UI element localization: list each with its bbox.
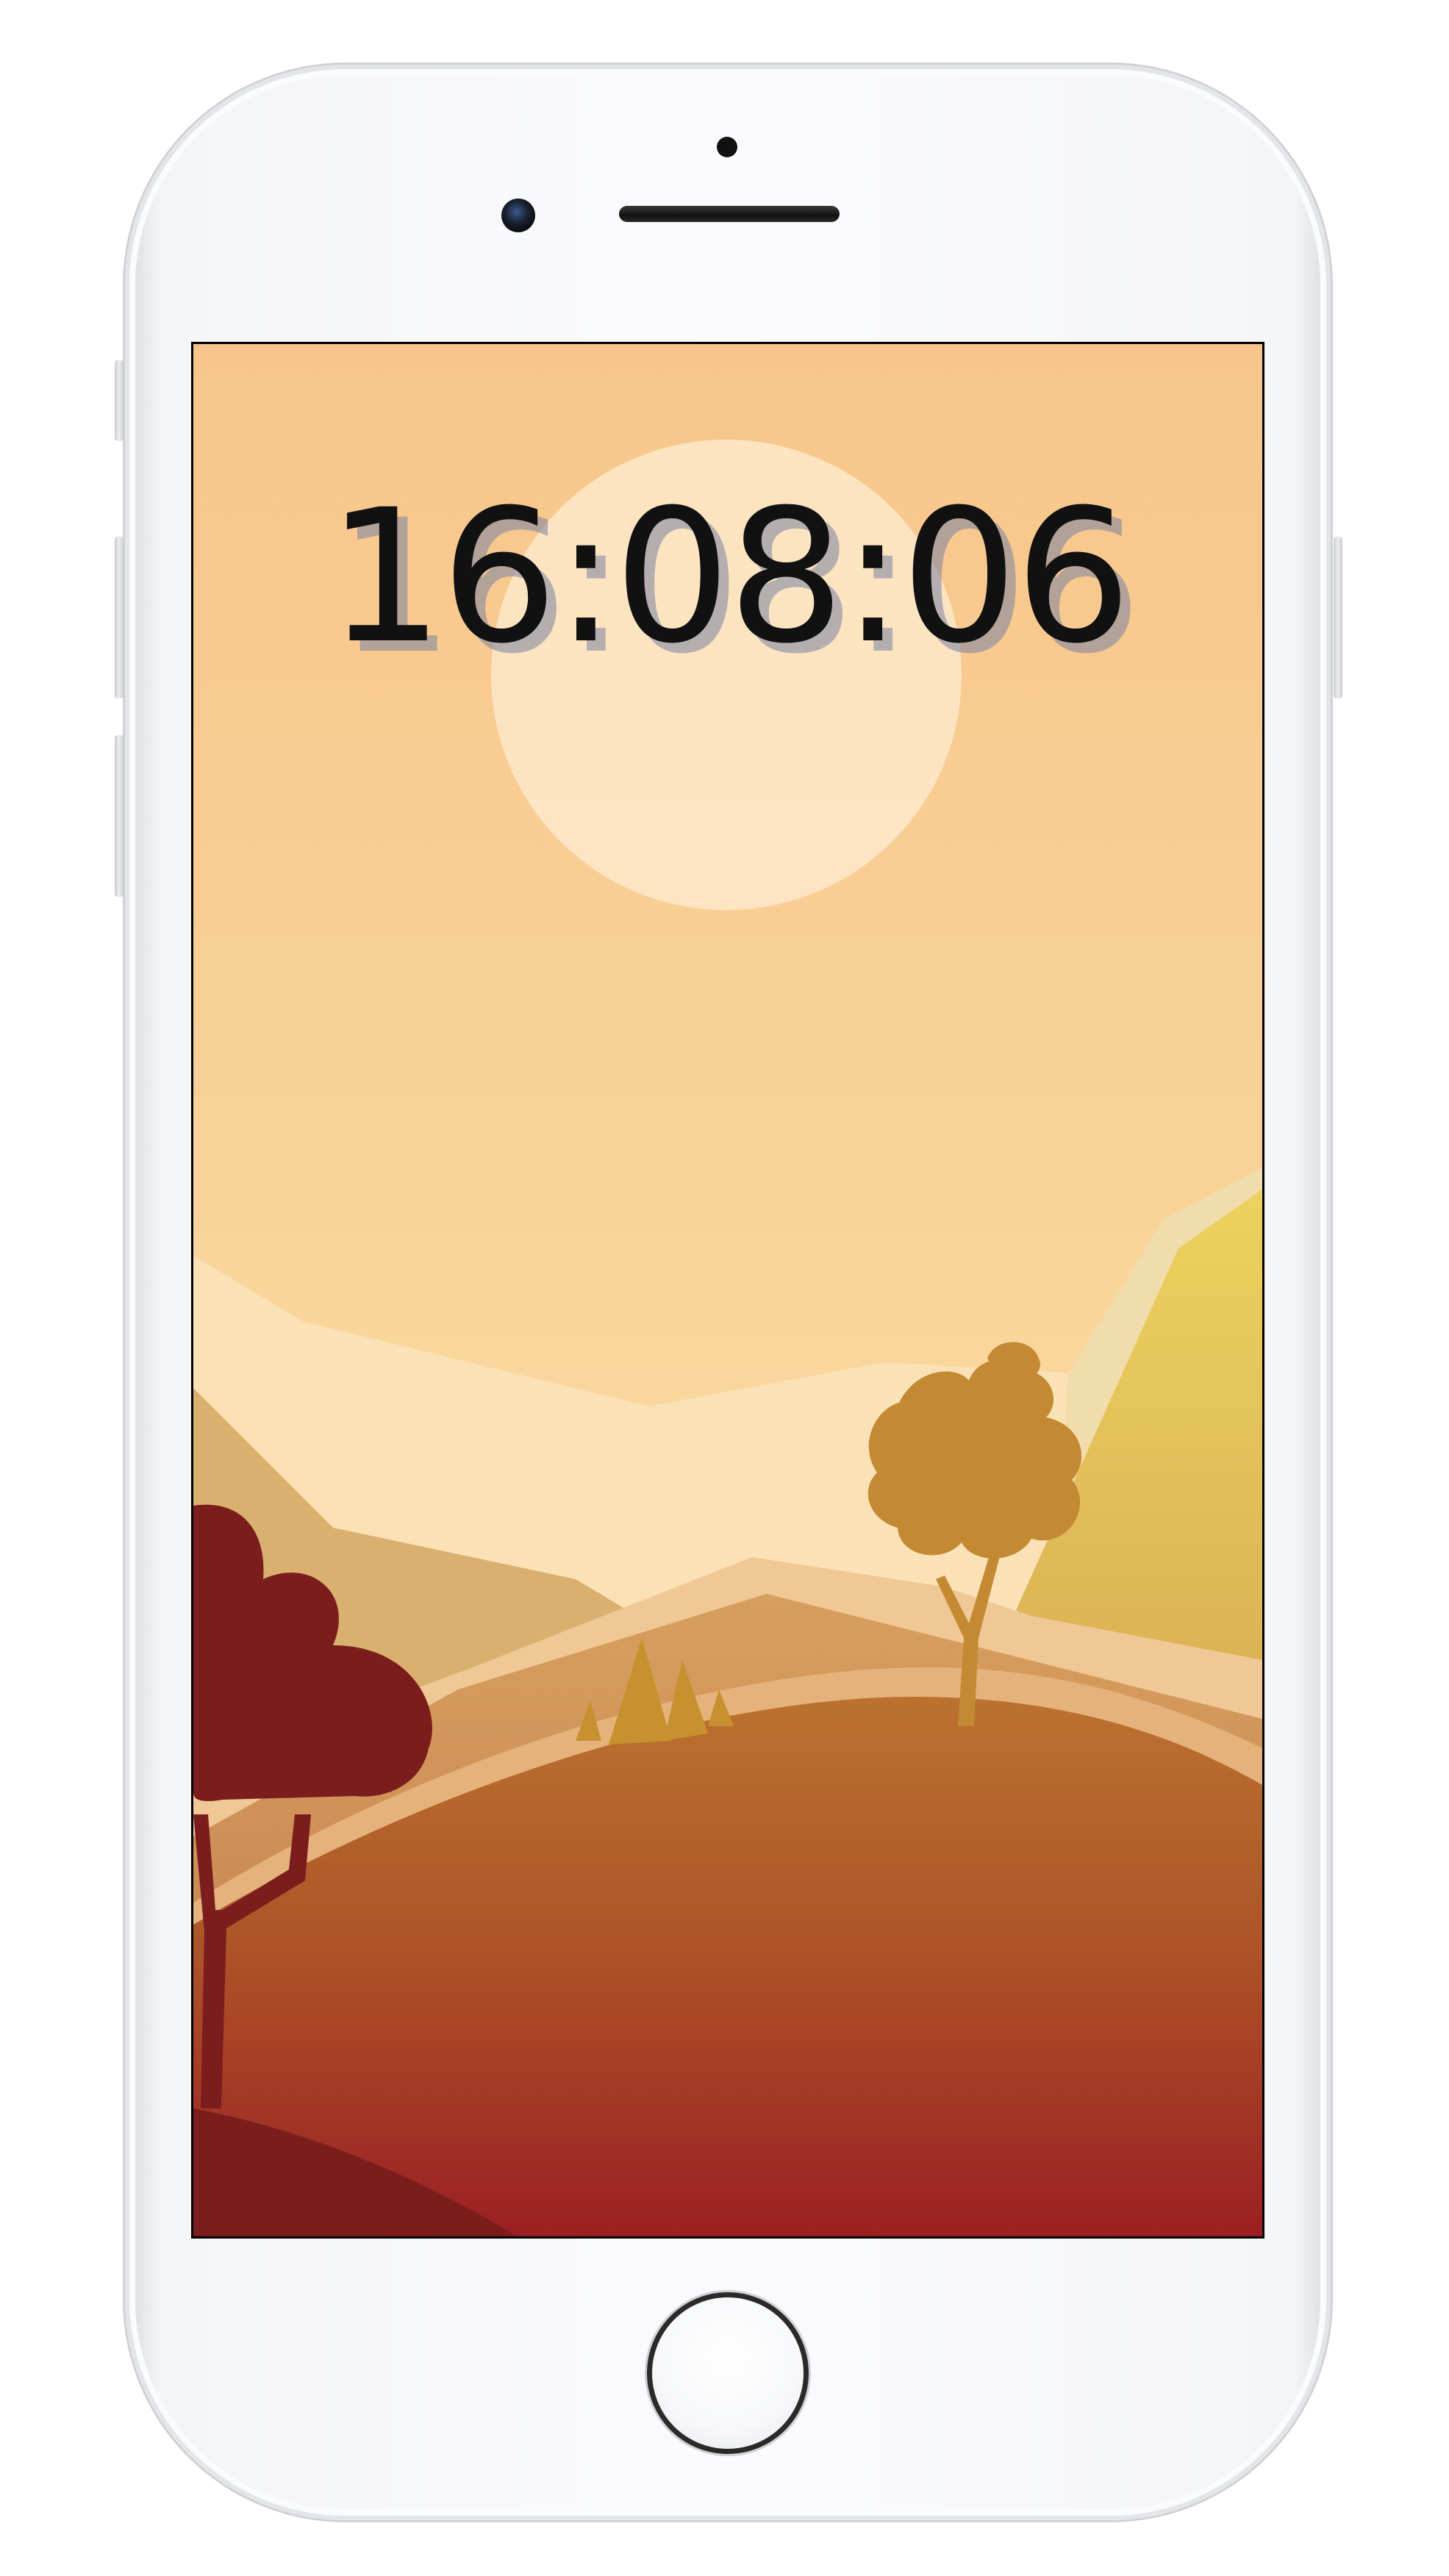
earpiece-speaker xyxy=(619,206,840,222)
lock-screen-clock: 16:08:06 xyxy=(326,470,1132,684)
stage: 16:08:06 xyxy=(0,0,1449,2576)
proximity-sensor xyxy=(717,137,737,157)
front-camera xyxy=(501,198,535,232)
volume-down-button[interactable] xyxy=(115,735,124,897)
home-button[interactable] xyxy=(647,2292,809,2454)
volume-up-button[interactable] xyxy=(115,537,124,698)
mute-switch[interactable] xyxy=(115,360,124,441)
power-button[interactable] xyxy=(1334,537,1342,698)
lock-screen[interactable]: 16:08:06 xyxy=(191,342,1264,2239)
